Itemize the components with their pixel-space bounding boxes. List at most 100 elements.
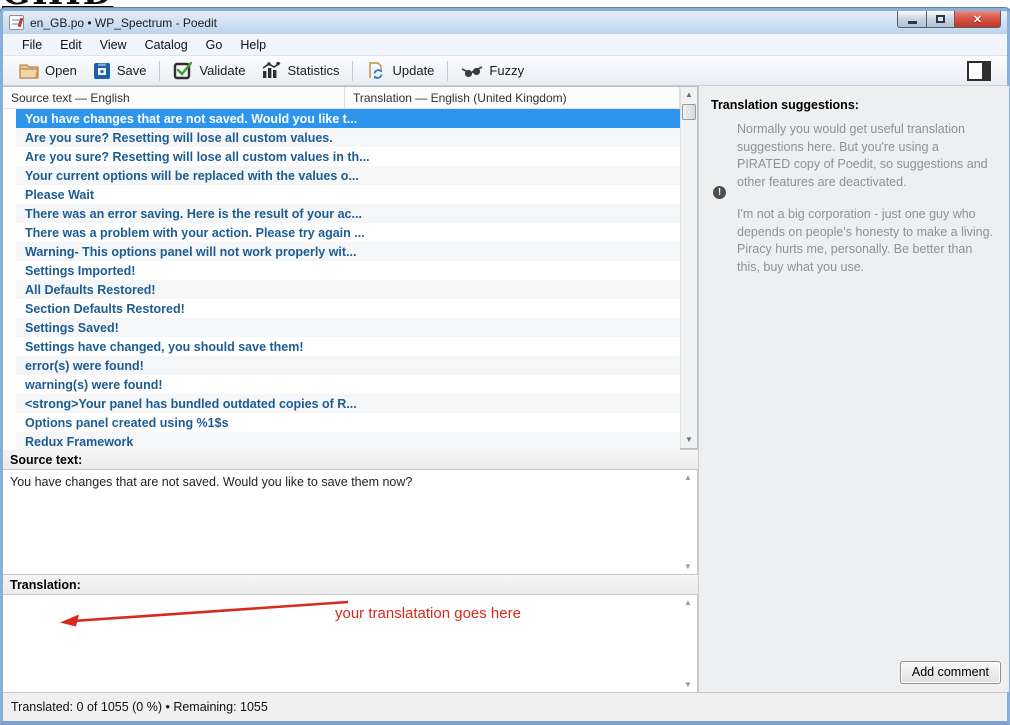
row-gutter xyxy=(3,128,16,147)
table-row[interactable]: You have changes that are not saved. Wou… xyxy=(3,109,697,128)
statistics-button-label: Statistics xyxy=(287,63,339,78)
table-row[interactable]: Settings Imported! xyxy=(3,261,697,280)
table-row[interactable]: <strong>Your panel has bundled outdated … xyxy=(3,394,697,413)
table-row[interactable]: There was a problem with your action. Pl… xyxy=(3,223,697,242)
minimize-button[interactable] xyxy=(897,11,927,28)
save-floppy-icon xyxy=(93,62,111,80)
add-comment-button[interactable]: Add comment xyxy=(900,661,1001,684)
statistics-chart-icon xyxy=(261,61,281,80)
scroll-down-icon[interactable]: ▼ xyxy=(681,562,695,571)
validate-button[interactable]: Validate xyxy=(165,58,253,83)
scroll-down-icon[interactable]: ▼ xyxy=(681,432,697,448)
table-row[interactable]: Your current options will be replaced wi… xyxy=(3,166,697,185)
scroll-down-icon[interactable]: ▼ xyxy=(681,680,695,689)
scrollbar-thumb[interactable] xyxy=(682,104,696,120)
table-row[interactable]: Options panel created using %1$s xyxy=(3,413,697,432)
row-gutter xyxy=(3,318,16,337)
row-source-text: Settings Imported! xyxy=(16,264,135,278)
list-header[interactable]: Source text — English Translation — Engl… xyxy=(3,87,697,109)
row-source-text: warning(s) were found! xyxy=(16,378,163,392)
sidebar-toggle-icon[interactable] xyxy=(967,61,991,81)
table-row[interactable]: warning(s) were found! xyxy=(3,375,697,394)
maximize-icon xyxy=(936,15,945,23)
table-row[interactable]: Are you sure? Resetting will lose all cu… xyxy=(3,128,697,147)
column-header-translation[interactable]: Translation — English (United Kingdom) xyxy=(345,87,680,108)
suggestions-sidebar: Translation suggestions: Normally you wo… xyxy=(698,86,1009,692)
table-row[interactable]: Are you sure? Resetting will lose all cu… xyxy=(3,147,697,166)
save-button[interactable]: Save xyxy=(85,59,155,83)
row-gutter xyxy=(3,394,16,413)
update-button[interactable]: Update xyxy=(358,58,442,83)
fuzzy-glasses-icon xyxy=(461,62,483,80)
row-gutter xyxy=(3,204,16,223)
title-bar[interactable]: en_GB.po • WP_Spectrum - Poedit ✕ xyxy=(3,11,1007,34)
exclamation-icon: ! xyxy=(713,186,726,199)
update-refresh-icon xyxy=(366,61,386,80)
poedit-app-icon xyxy=(9,15,24,30)
menu-item-view[interactable]: View xyxy=(91,35,136,55)
table-row[interactable]: Warning- This options panel will not wor… xyxy=(3,242,697,261)
poedit-window: en_GB.po • WP_Spectrum - Poedit ✕ FileEd… xyxy=(0,8,1010,725)
statistics-button[interactable]: Statistics xyxy=(253,58,347,83)
translation-label: Translation: xyxy=(3,574,698,595)
menu-item-edit[interactable]: Edit xyxy=(51,35,91,55)
row-source-text: Redux Framework xyxy=(16,435,133,449)
toolbar-separator xyxy=(352,61,353,81)
save-button-label: Save xyxy=(117,63,147,78)
row-source-text: All Defaults Restored! xyxy=(16,283,156,297)
honesty-notice-text: I'm not a big corporation - just one guy… xyxy=(737,206,995,276)
list-scrollbar[interactable]: ▲ ▼ xyxy=(680,87,697,448)
row-gutter xyxy=(3,356,16,375)
toolbar-separator xyxy=(159,61,160,81)
menu-item-catalog[interactable]: Catalog xyxy=(136,35,197,55)
menu-item-go[interactable]: Go xyxy=(197,35,232,55)
row-gutter xyxy=(3,280,16,299)
row-source-text: You have changes that are not saved. Wou… xyxy=(16,112,357,126)
row-gutter xyxy=(3,242,16,261)
menu-bar: FileEditViewCatalogGoHelp xyxy=(3,34,1007,56)
row-gutter xyxy=(3,432,16,450)
table-row[interactable]: error(s) were found! xyxy=(3,356,697,375)
row-source-text: Are you sure? Resetting will lose all cu… xyxy=(16,150,370,164)
annotation-text: your translatation goes here xyxy=(335,605,521,622)
scroll-up-icon[interactable]: ▲ xyxy=(681,598,695,607)
open-button-label: Open xyxy=(45,63,77,78)
row-gutter xyxy=(3,413,16,432)
toolbar-separator xyxy=(447,61,448,81)
open-folder-icon xyxy=(19,62,39,80)
menu-item-help[interactable]: Help xyxy=(231,35,275,55)
table-row[interactable]: Settings have changed, you should save t… xyxy=(3,337,697,356)
table-row[interactable]: Redux Framework xyxy=(3,432,697,450)
toolbar: Open Save Validate xyxy=(3,56,1007,86)
fuzzy-button[interactable]: Fuzzy xyxy=(453,59,532,83)
row-gutter xyxy=(3,223,16,242)
table-row[interactable]: Please Wait xyxy=(3,185,697,204)
source-text-content: You have changes that are not saved. Wou… xyxy=(3,470,697,489)
row-gutter xyxy=(3,147,16,166)
column-header-source[interactable]: Source text — English xyxy=(3,87,345,108)
status-bar: Translated: 0 of 1055 (0 %) • Remaining:… xyxy=(3,692,1007,721)
row-source-text: There was an error saving. Here is the r… xyxy=(16,207,362,221)
row-source-text: Settings Saved! xyxy=(16,321,119,335)
row-source-text: <strong>Your panel has bundled outdated … xyxy=(16,397,357,411)
table-row[interactable]: All Defaults Restored! xyxy=(3,280,697,299)
source-text-box: You have changes that are not saved. Wou… xyxy=(3,470,698,574)
row-gutter xyxy=(3,261,16,280)
row-source-text: error(s) were found! xyxy=(16,359,144,373)
validate-button-label: Validate xyxy=(199,63,245,78)
table-row[interactable]: There was an error saving. Here is the r… xyxy=(3,204,697,223)
scroll-up-icon[interactable]: ▲ xyxy=(681,473,695,482)
close-button[interactable]: ✕ xyxy=(955,11,1001,28)
table-row[interactable]: Settings Saved! xyxy=(3,318,697,337)
row-source-text: Settings have changed, you should save t… xyxy=(16,340,304,354)
validate-check-icon xyxy=(173,61,193,80)
row-gutter xyxy=(3,375,16,394)
pirated-notice-text: Normally you would get useful translatio… xyxy=(737,121,995,191)
menu-item-file[interactable]: File xyxy=(13,35,51,55)
scroll-up-icon[interactable]: ▲ xyxy=(681,87,697,103)
table-row[interactable]: Section Defaults Restored! xyxy=(3,299,697,318)
maximize-button[interactable] xyxy=(927,11,955,28)
translation-input[interactable]: your translatation goes here ▲ ▼ xyxy=(3,595,698,692)
row-gutter xyxy=(3,166,16,185)
open-button[interactable]: Open xyxy=(11,59,85,83)
